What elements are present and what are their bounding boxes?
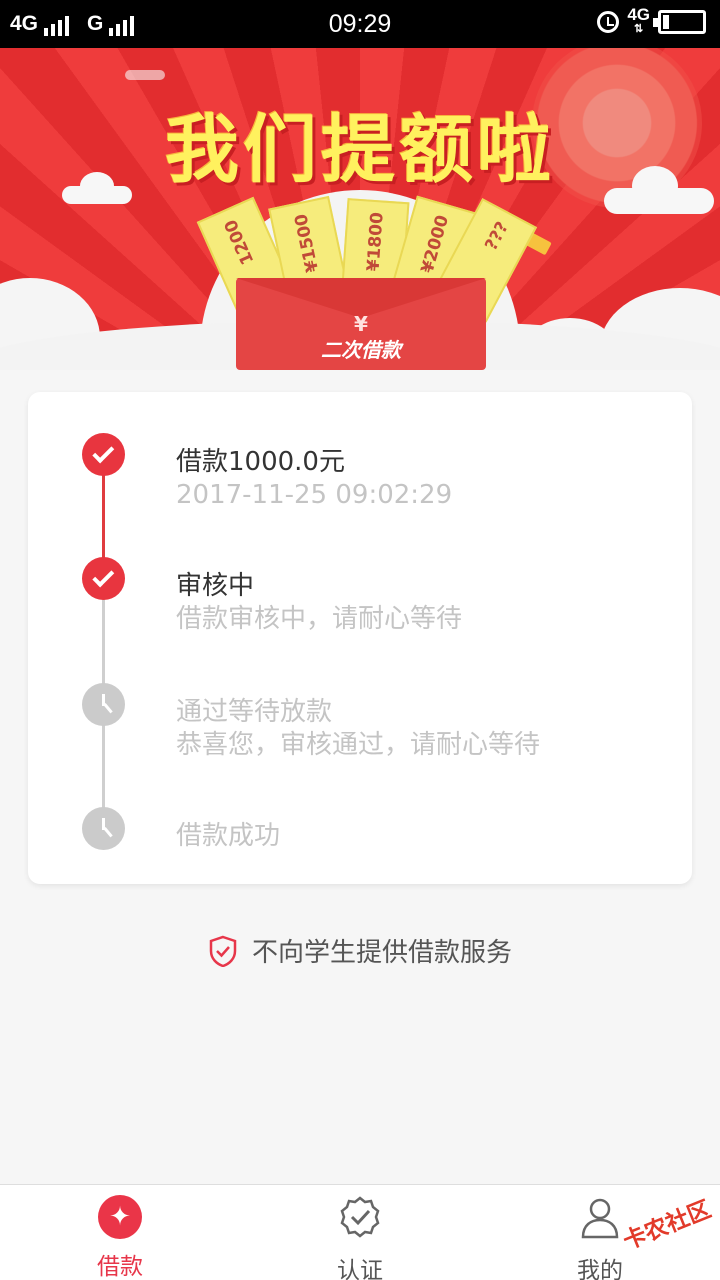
envelope-yen-symbol: ¥ [354, 312, 368, 336]
step-title: 审核中 [176, 571, 255, 601]
check-icon [82, 433, 125, 476]
data-network-icon: 4G ⇅ [627, 5, 650, 35]
step-subtitle: 恭喜您，审核通过，请耐心等待 [176, 730, 541, 760]
step-title: 借款1000.0元 [176, 447, 345, 477]
cloud-decoration [125, 70, 165, 80]
loan-icon [98, 1195, 142, 1239]
bottom-tab-bar: 借款 认证 我的 [0, 1184, 720, 1280]
check-icon [82, 557, 125, 600]
tab-loan[interactable]: 借款 [60, 1195, 180, 1280]
step-item: 借款成功 [176, 820, 280, 853]
promo-banner[interactable]: 我们提额啦 1200 ¥1500 ¥1800 ¥2000 ??? ¥ 二次借款 [0, 48, 720, 370]
tab-label: 认证 [337, 1258, 383, 1280]
banner-title: 我们提额啦 [165, 107, 555, 193]
envelope-label: 二次借款 [321, 338, 401, 362]
status-bar: 4G G 09:29 4G ⇅ [0, 0, 720, 48]
step-title: 通过等待放款 [176, 697, 333, 727]
shield-check-icon [209, 935, 237, 967]
student-notice: 不向学生提供借款服务 [0, 932, 720, 969]
step-item: 审核中 借款审核中，请耐心等待 [176, 570, 462, 636]
tab-verify[interactable]: 认证 [300, 1195, 420, 1280]
red-envelope: ¥ 二次借款 [236, 278, 486, 370]
step-item: 通过等待放款 恭喜您，审核通过，请耐心等待 [176, 696, 540, 762]
loan-progress-card: 借款1000.0元 2017-11-25 09:02:29 审核中 借款审核中，… [28, 392, 692, 884]
tab-label: 借款 [97, 1254, 143, 1280]
alarm-icon [597, 11, 620, 33]
badge-check-icon [340, 1196, 380, 1238]
status-icons: 4G ⇅ [597, 5, 706, 36]
user-icon [581, 1198, 619, 1239]
tab-label: 我的 [577, 1258, 623, 1280]
clock-icon [82, 807, 125, 850]
notice-text: 不向学生提供借款服务 [251, 938, 512, 968]
step-subtitle: 2017-11-25 09:02:29 [176, 480, 453, 510]
step-item: 借款1000.0元 2017-11-25 09:02:29 [176, 446, 452, 512]
step-title: 借款成功 [176, 821, 281, 851]
step-subtitle: 借款审核中，请耐心等待 [176, 604, 463, 634]
clock-icon [82, 683, 125, 726]
battery-icon [653, 10, 706, 34]
